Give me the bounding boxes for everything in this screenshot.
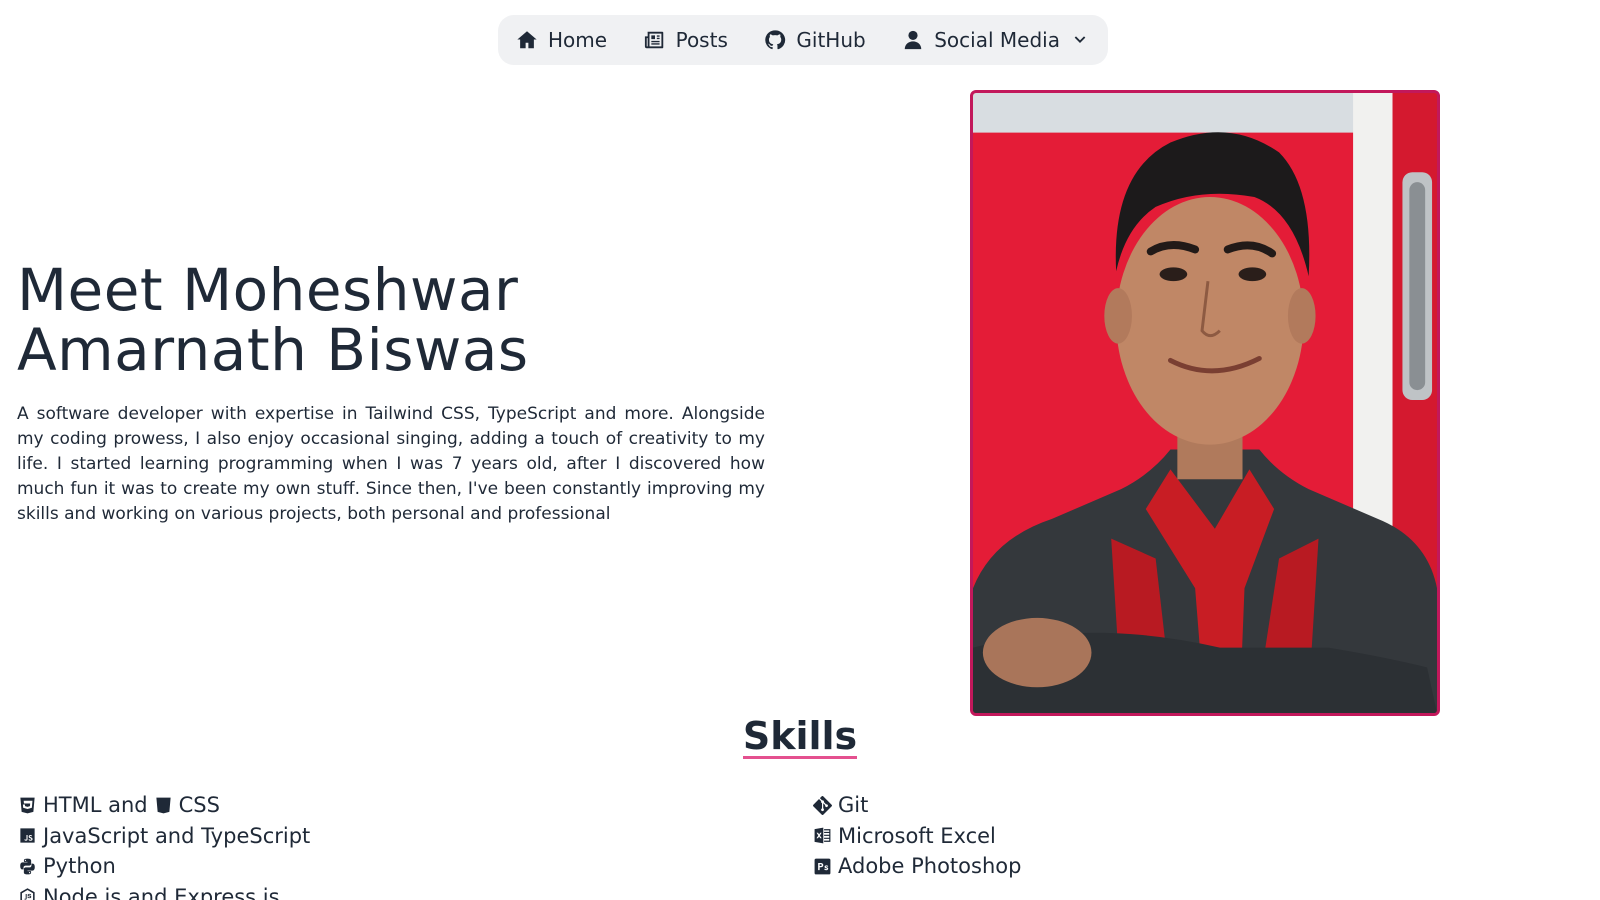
skill-nodejs-label: Node.js and Express.js: [43, 884, 280, 900]
skill-python: Python: [18, 851, 310, 882]
css3-icon: [156, 797, 171, 814]
nav-posts[interactable]: Posts: [644, 28, 728, 52]
python-icon: [20, 858, 35, 875]
skills-list-right: Git Microsoft Excel Adobe Photoshop: [813, 790, 1021, 882]
user-icon: [904, 30, 922, 50]
hero-title: Meet Moheshwar Amarnath Biswas: [17, 260, 717, 380]
nav-github-label: GitHub: [796, 28, 866, 52]
nav-social-media-dropdown[interactable]: Social Media: [902, 28, 1088, 52]
newspaper-icon: [644, 31, 663, 49]
html5-icon: [20, 797, 35, 814]
nav-social-media-label: Social Media: [934, 28, 1060, 52]
skill-python-label: Python: [43, 854, 116, 879]
skill-excel-label: Microsoft Excel: [838, 823, 996, 848]
skills-heading-text: Skills: [742, 714, 858, 759]
git-icon: [813, 795, 832, 815]
nodejs-icon: [20, 888, 35, 900]
skill-html-css: HTML and CSS: [18, 790, 310, 821]
javascript-icon: [20, 828, 35, 843]
skill-git-label: Git: [838, 793, 869, 818]
nav-home[interactable]: Home: [516, 28, 607, 52]
skill-javascript-label: JavaScript and TypeScript: [43, 823, 311, 848]
top-navigation: Home Posts GitHub Social Media: [498, 15, 1108, 65]
skills-list-left: HTML and CSS JavaScript and TypeScript P…: [18, 790, 310, 900]
excel-icon: [814, 827, 831, 844]
skill-css-label: CSS: [178, 793, 220, 818]
skill-microsoft-excel: Microsoft Excel: [813, 821, 1021, 852]
nav-posts-label: Posts: [675, 28, 728, 52]
home-icon: [517, 31, 537, 49]
skills-heading: Skills: [0, 712, 1600, 760]
skill-git: Git: [813, 790, 1021, 821]
hero-title-line-1: Meet Moheshwar: [17, 256, 519, 324]
skill-nodejs-express: Node.js and Express.js: [18, 882, 310, 900]
nav-home-label: Home: [548, 28, 608, 52]
skill-photoshop-label: Adobe Photoshop: [838, 854, 1022, 879]
github-icon: [765, 30, 786, 50]
chevron-down-icon: [1074, 36, 1086, 43]
hero-description: A software developer with expertise in T…: [17, 404, 765, 524]
photoshop-icon: [814, 858, 831, 875]
profile-photo: [970, 90, 1440, 716]
nav-github[interactable]: GitHub: [764, 28, 866, 52]
hero-title-line-2: Amarnath Biswas: [17, 316, 529, 384]
skill-html-label: HTML and: [43, 793, 148, 818]
skill-adobe-photoshop: Adobe Photoshop: [813, 851, 1021, 882]
skill-javascript-typescript: JavaScript and TypeScript: [18, 821, 310, 852]
